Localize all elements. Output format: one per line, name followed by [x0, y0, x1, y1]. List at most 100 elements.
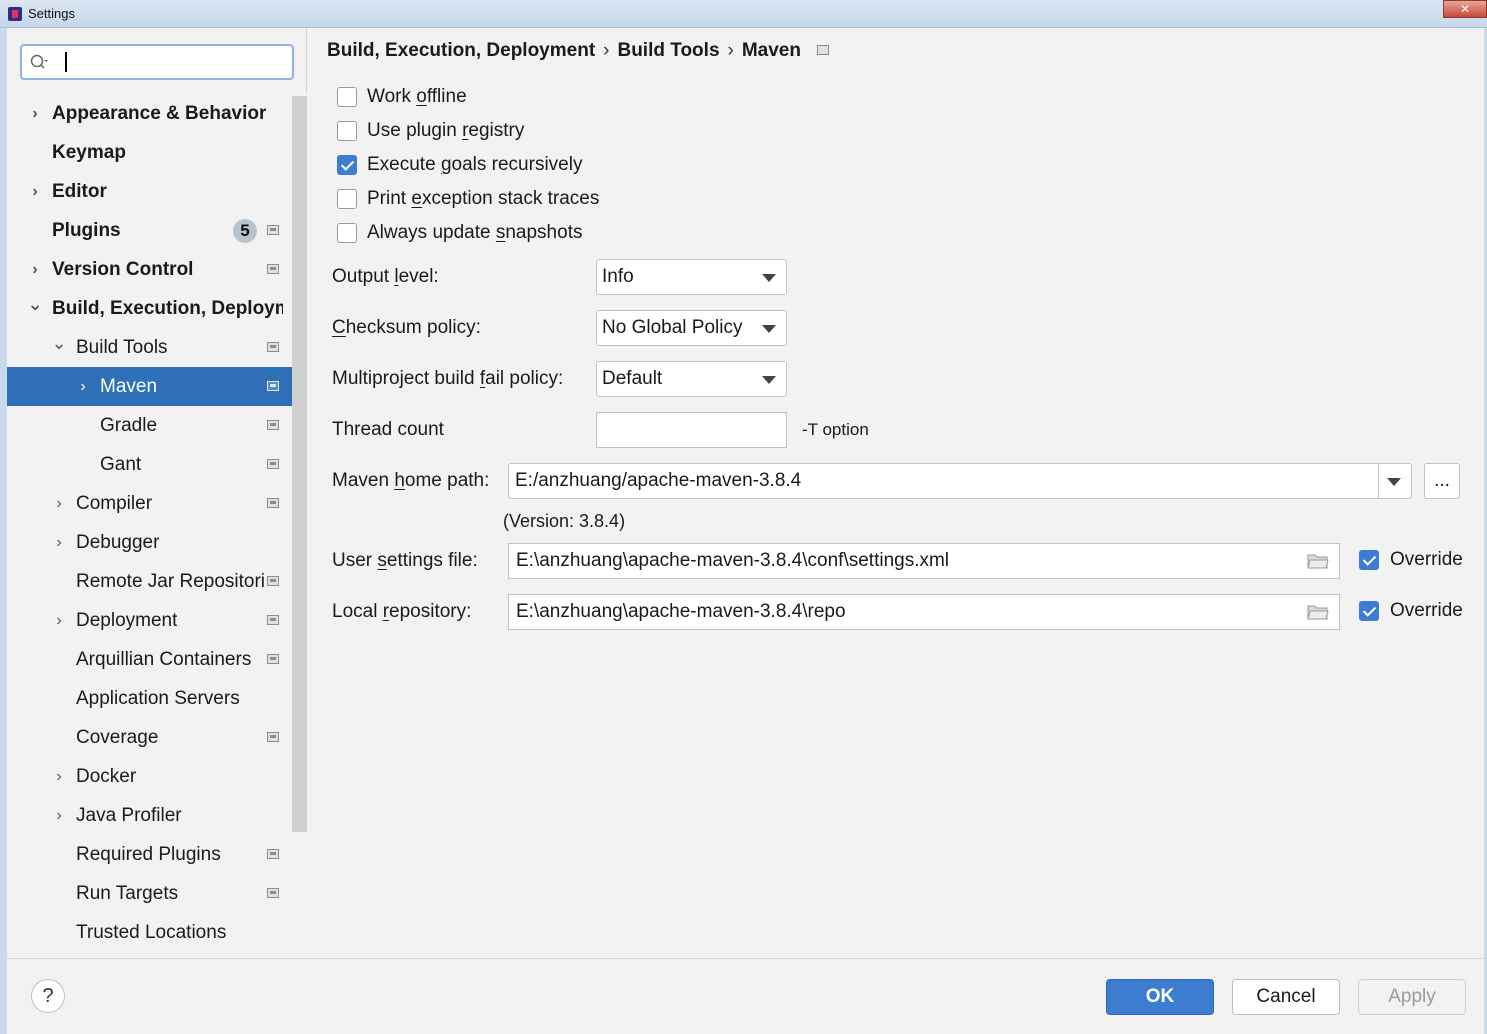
checkbox-unchecked-icon[interactable] [337, 121, 357, 141]
sidebar-item-label: Compiler [76, 493, 153, 514]
chevron-down-icon [762, 274, 776, 282]
sidebar-item-label: Arquillian Containers [76, 649, 252, 670]
sidebar-item-appearance-behavior[interactable]: › Appearance & Behavior [7, 94, 307, 133]
local-repository-input[interactable]: E:\anzhuang\apache-maven-3.8.4\repo [508, 594, 1340, 630]
chevron-right-icon[interactable]: › [51, 523, 67, 562]
breadcrumb-part-build-tools: Build Tools [617, 40, 720, 61]
sidebar-item-label: Required Plugins [76, 844, 221, 865]
sidebar-item-java-profiler[interactable]: › Java Profiler [7, 796, 307, 835]
sidebar-item-remote-jar-repositori[interactable]: Remote Jar Repositori [7, 562, 307, 601]
sidebar-item-keymap[interactable]: Keymap [7, 133, 307, 172]
chevron-down-icon [762, 376, 776, 384]
chevron-right-icon[interactable]: › [27, 250, 43, 289]
sidebar-item-required-plugins[interactable]: Required Plugins [7, 835, 307, 874]
sidebar-item-build-tools[interactable]: ⌄ Build Tools [7, 328, 307, 367]
maven-home-browse-button[interactable]: ... [1424, 463, 1460, 499]
folder-open-icon[interactable] [1307, 604, 1329, 620]
folder-open-icon[interactable] [1307, 553, 1329, 569]
always-update-snapshots-label: Always update snapshots [367, 222, 583, 243]
project-scope-icon [267, 459, 279, 469]
sidebar-item-label: Application Servers [76, 688, 240, 709]
sidebar-item-label: Gradle [100, 415, 158, 436]
dialog-button-bar: ? OK Cancel Apply [7, 958, 1484, 1034]
output-level-label: Output level: [332, 266, 439, 287]
window-close-button[interactable]: ✕ [1443, 0, 1487, 18]
sidebar-item-label: Trusted Locations [76, 922, 227, 943]
project-scope-icon [267, 654, 279, 664]
project-scope-icon [816, 45, 829, 55]
help-button[interactable]: ? [31, 979, 65, 1013]
print-exception-stack-traces-label: Print exception stack traces [367, 188, 600, 209]
sidebar-item-editor[interactable]: › Editor [7, 172, 307, 211]
chevron-right-icon[interactable]: › [51, 757, 67, 796]
sidebar-item-build-execution-deploym[interactable]: ⌄ Build, Execution, Deploym [7, 289, 307, 328]
apply-button[interactable]: Apply [1358, 979, 1466, 1015]
sidebar-item-docker[interactable]: › Docker [7, 757, 307, 796]
sidebar-item-arquillian-containers[interactable]: Arquillian Containers [7, 640, 307, 679]
project-scope-icon [267, 615, 279, 625]
chevron-right-icon[interactable]: › [75, 367, 91, 406]
sidebar-item-label: Gant [100, 454, 142, 475]
multiproject-fail-select[interactable]: Default [596, 361, 787, 397]
cancel-button[interactable]: Cancel [1232, 979, 1340, 1015]
chevron-right-icon[interactable]: › [27, 172, 43, 211]
sidebar-item-debugger[interactable]: › Debugger [7, 523, 307, 562]
ok-button[interactable]: OK [1106, 979, 1214, 1015]
sidebar-item-compiler[interactable]: › Compiler [7, 484, 307, 523]
sidebar-item-version-control[interactable]: › Version Control [7, 250, 307, 289]
chevron-right-icon[interactable]: › [27, 94, 43, 133]
sidebar-item-gradle[interactable]: Gradle [7, 406, 307, 445]
sidebar-item-label: Java Profiler [76, 805, 182, 826]
sidebar-item-plugins[interactable]: Plugins 5 [7, 211, 307, 250]
breadcrumb-separator: › [603, 40, 610, 61]
settings-sidebar: › Appearance & Behavior Keymap › Editor Plugi… [7, 28, 307, 958]
chevron-down-icon [762, 325, 776, 333]
thread-count-input[interactable] [596, 412, 787, 448]
text-cursor [65, 52, 67, 72]
chevron-right-icon[interactable]: › [51, 601, 67, 640]
sidebar-item-run-targets[interactable]: Run Targets [7, 874, 307, 913]
combo-divider [1378, 464, 1379, 498]
checksum-policy-value: No Global Policy [602, 317, 743, 338]
maven-home-combo[interactable]: E:/anzhuang/apache-maven-3.8.4 [508, 463, 1412, 499]
plugin-updates-badge: 5 [233, 219, 257, 243]
user-settings-input[interactable]: E:\anzhuang\apache-maven-3.8.4\conf\sett… [508, 543, 1340, 579]
project-scope-icon [267, 225, 279, 235]
chevron-right-icon[interactable]: › [51, 484, 67, 523]
settings-search-input[interactable] [20, 44, 294, 80]
breadcrumb-separator: › [727, 40, 734, 61]
execute-goals-recursively-label: Execute goals recursively [367, 154, 583, 175]
maven-settings-panel: Build, Execution, Deployment › Build Tools… [308, 28, 1484, 958]
sidebar-item-label: Keymap [52, 142, 126, 163]
sidebar-scrollbar-thumb[interactable] [292, 96, 307, 832]
sidebar-item-label: Version Control [52, 259, 194, 280]
sidebar-item-trusted-locations[interactable]: Trusted Locations [7, 913, 307, 952]
project-scope-icon [267, 264, 279, 274]
output-level-select[interactable]: Info [596, 259, 787, 295]
sidebar-item-maven[interactable]: › Maven [7, 367, 307, 406]
sidebar-item-label: Remote Jar Repositori [76, 571, 266, 592]
local-repository-value: E:\anzhuang\apache-maven-3.8.4\repo [516, 601, 846, 622]
breadcrumb-part-maven: Maven [741, 40, 801, 61]
chevron-down-icon[interactable]: ⌄ [27, 289, 43, 328]
sidebar-item-label: Deployment [76, 610, 178, 631]
project-scope-icon [267, 420, 279, 430]
maven-home-label: Maven home path: [332, 470, 490, 491]
checkbox-unchecked-icon[interactable] [337, 223, 357, 243]
breadcrumb: Build, Execution, Deployment › Build Tools… [327, 40, 829, 62]
checksum-policy-select[interactable]: No Global Policy [596, 310, 787, 346]
checkbox-unchecked-icon[interactable] [337, 87, 357, 107]
sidebar-item-label: Maven [100, 376, 158, 397]
checkbox-unchecked-icon[interactable] [337, 189, 357, 209]
project-scope-icon [267, 888, 279, 898]
sidebar-item-deployment[interactable]: › Deployment [7, 601, 307, 640]
chevron-down-icon[interactable]: ⌄ [51, 328, 67, 367]
checkbox-checked-icon[interactable] [337, 155, 357, 175]
sidebar-item-application-servers[interactable]: Application Servers [7, 679, 307, 718]
thread-count-label: Thread count [332, 419, 444, 440]
project-scope-icon [267, 849, 279, 859]
sidebar-item-coverage[interactable]: Coverage [7, 718, 307, 757]
sidebar-item-gant[interactable]: Gant [7, 445, 307, 484]
chevron-right-icon[interactable]: › [51, 796, 67, 835]
sidebar-item-label: Coverage [76, 727, 159, 748]
